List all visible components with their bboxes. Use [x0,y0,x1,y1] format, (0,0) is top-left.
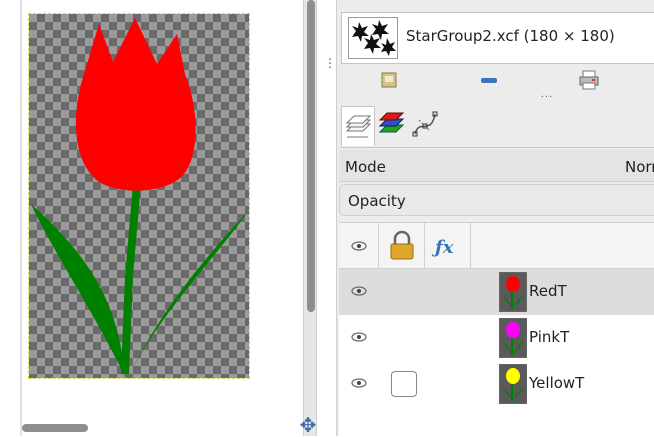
svg-text:ƒx: ƒx [431,237,454,258]
lock-header-cell[interactable] [379,223,425,269]
star-group-icon [352,20,396,56]
layer-name[interactable]: RedT [529,282,567,300]
tab-layers[interactable] [341,106,375,146]
tab-paths[interactable] [409,106,443,146]
canvas-vertical-scroll-thumb[interactable] [307,0,315,312]
tulip-left-leaf [31,204,125,376]
tulip-right-leaf [129,210,249,376]
tab-channels[interactable] [375,106,409,146]
layers-dock: StarGroup2.xcf (180 × 180) ··· Mode Nor … [336,0,654,436]
tulip-flower [75,18,196,191]
layer-list: ƒx RedT PinkT YellowT [339,222,654,436]
canvas-horizontal-scrollbar[interactable] [22,416,290,436]
canvas-area[interactable] [0,0,303,436]
chain-toggle-checkbox[interactable] [391,371,417,397]
visibility-eye-icon[interactable] [351,331,367,343]
image-canvas[interactable] [28,13,250,379]
layer-list-header: ƒx [339,223,654,269]
mode-label: Mode [345,158,386,176]
fx-icon: ƒx [431,237,454,258]
layer-name[interactable]: PinkT [529,328,569,346]
layers-tab-icon [345,115,372,138]
image-selector[interactable]: StarGroup2.xcf (180 × 180) [341,12,654,64]
layer-thumbnail [499,318,527,358]
navigate-icon[interactable]: ✥ [296,414,320,436]
printer-icon[interactable] [577,70,601,94]
dock-tabs [341,104,654,148]
visibility-eye-icon[interactable] [351,377,367,389]
mode-select[interactable]: Norm [625,158,654,176]
image-toolbar [337,66,654,102]
canvas-horizontal-scroll-thumb[interactable] [22,424,88,432]
layer-mode-row[interactable]: Mode Norm [339,150,654,182]
opacity-slider[interactable]: Opacity [339,184,654,216]
open-folder-icon[interactable] [377,70,401,94]
fx-header-cell[interactable]: ƒx [425,223,471,269]
visibility-eye-icon[interactable] [351,285,367,297]
dock-grip-icon[interactable]: ⋮ [324,57,336,84]
layer-row-yellowt[interactable]: YellowT [339,361,654,407]
layer-row-redt[interactable]: RedT [339,269,654,315]
layer-name[interactable]: YellowT [529,374,584,392]
dock-separator[interactable]: ⋮ [318,0,336,436]
canvas-left-border [20,0,22,436]
opacity-label: Opacity [348,192,406,210]
lock-icon [390,230,414,260]
tulip-drawing [31,18,249,376]
eye-header-icon [351,241,367,251]
minus-icon[interactable] [477,70,501,94]
layer-row-pinkt[interactable]: PinkT [339,315,654,361]
canvas-vertical-scrollbar[interactable] [303,0,317,436]
channels-tab-icon [378,112,405,133]
eye-header-cell[interactable] [339,223,379,269]
toolbar-more-dots[interactable]: ··· [537,92,557,103]
image-thumbnail [348,17,398,59]
paths-tab-icon [412,111,438,137]
layer-thumbnail [499,364,527,404]
tulip-stem [121,184,141,374]
image-title: StarGroup2.xcf (180 × 180) [406,27,615,45]
layer-thumbnail [499,272,527,312]
